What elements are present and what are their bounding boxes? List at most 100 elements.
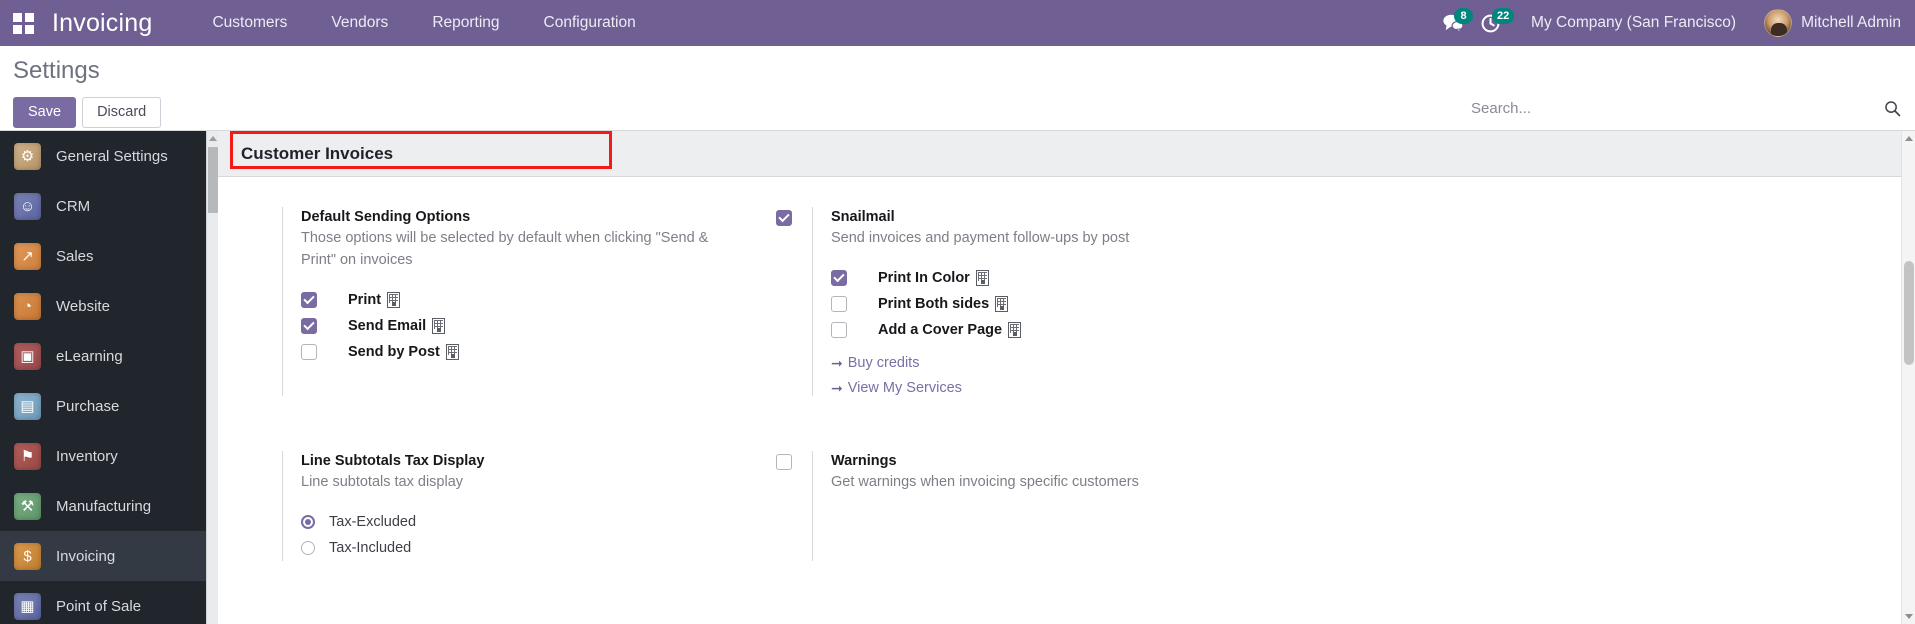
buy-credits-link-row[interactable]: ➞ Buy credits [831, 355, 1245, 371]
print-checkbox[interactable] [301, 291, 317, 308]
company-dependent-building-icon [445, 343, 459, 360]
option-send-email[interactable]: Send Email [301, 313, 715, 339]
sidebar-scroll-thumb[interactable] [208, 147, 218, 213]
messages-button[interactable]: 8 [1434, 0, 1474, 46]
settings-sidebar: ⚙ General Settings ☺ CRM ↗ Sales ◔ Website ▣ eLea… [0, 131, 218, 624]
print-both-sides-checkbox[interactable] [831, 295, 847, 312]
warnings-description: Get warnings when invoicing specific cus… [831, 473, 1139, 490]
content-scrollbar[interactable] [1901, 131, 1915, 624]
tax-included-radio[interactable] [301, 540, 315, 555]
sidebar-item-manufacturing[interactable]: ⚒ Manufacturing [0, 481, 218, 531]
sidebar-item-point-of-sale[interactable]: ▦ Point of Sale [0, 581, 218, 624]
option-print-in-color[interactable]: Print In Color [831, 265, 1245, 291]
sidebar-item-label: Inventory [56, 447, 118, 465]
settings-blocks: Default Sending Options Those options wi… [218, 177, 1915, 561]
content-scroll-thumb[interactable] [1904, 261, 1914, 365]
option-print[interactable]: Print [301, 287, 715, 313]
wrench-icon: ⚒ [14, 492, 41, 520]
sidebar-item-sales[interactable]: ↗ Sales [0, 231, 218, 281]
sidebar-item-inventory[interactable]: ⚑ Inventory [0, 431, 218, 481]
snailmail-checkbox[interactable] [776, 210, 792, 226]
apps-menu-toggle[interactable] [0, 0, 46, 46]
gear-icon: ⚙ [14, 142, 41, 170]
setting-warnings: Warnings Get warnings when invoicing spe… [748, 450, 1245, 561]
discard-button[interactable]: Discard [82, 97, 162, 128]
page-title: Settings [13, 57, 100, 84]
menu-vendors[interactable]: Vendors [309, 0, 410, 46]
menu-customers[interactable]: Customers [190, 0, 309, 46]
line-subtotals-title: Line Subtotals Tax Display [301, 452, 485, 469]
app-brand-invoicing[interactable]: Invoicing [52, 9, 152, 38]
send-by-post-checkbox[interactable] [301, 343, 317, 360]
send-email-checkbox[interactable] [301, 317, 317, 334]
handshake-icon: ☺ [14, 192, 41, 220]
tax-included-label: Tax-Included [329, 539, 412, 556]
sidebar-item-general-settings[interactable]: ⚙ General Settings [0, 131, 218, 181]
sidebar-scrollbar[interactable] [206, 131, 218, 624]
warnings-checkbox-cell [758, 451, 812, 561]
option-send-by-post[interactable]: Send by Post [301, 339, 715, 365]
view-my-services-link-row[interactable]: ➞ View My Services [831, 380, 1245, 396]
sidebar-item-website[interactable]: ◔ Website [0, 281, 218, 331]
pos-icon: ▦ [14, 592, 41, 620]
print-label: Print [348, 291, 382, 308]
menu-configuration[interactable]: Configuration [522, 0, 658, 46]
default-sending-options-checkbox-cell [228, 207, 282, 396]
sidebar-item-label: CRM [56, 197, 91, 215]
tax-excluded-label: Tax-Excluded [329, 513, 417, 530]
activities-badge: 22 [1492, 8, 1515, 24]
radio-tax-included[interactable]: Tax-Included [301, 535, 715, 561]
sidebar-item-label: Sales [56, 247, 94, 265]
settings-row-1: Default Sending Options Those options wi… [218, 207, 1915, 396]
user-menu[interactable]: Mitchell Admin [1758, 9, 1901, 37]
option-print-both-sides[interactable]: Print Both sides [831, 291, 1245, 317]
save-button[interactable]: Save [13, 97, 77, 128]
sidebar-item-elearning[interactable]: ▣ eLearning [0, 331, 218, 381]
settings-body-wrap: ⚙ General Settings ☺ CRM ↗ Sales ◔ Website ▣ eLea… [0, 131, 1915, 624]
default-sending-options-title: Default Sending Options [301, 209, 471, 225]
setting-snailmail: Snailmail Send invoices and payment foll… [748, 207, 1245, 396]
activities-button[interactable]: 22 [1472, 0, 1515, 46]
company-dependent-building-icon [975, 269, 989, 286]
snailmail-options-list: Print In Color Print Both sides Add a Co [831, 265, 1245, 343]
sidebar-item-label: eLearning [56, 347, 123, 365]
scroll-up-arrow-icon[interactable] [209, 136, 217, 141]
company-dependent-building-icon [1008, 321, 1022, 338]
snailmail-text: Snailmail Send invoices and payment foll… [812, 207, 1245, 396]
radio-tax-excluded[interactable]: Tax-Excluded [301, 509, 715, 535]
messages-badge: 8 [1454, 8, 1474, 24]
scroll-down-arrow-icon[interactable] [1905, 614, 1913, 619]
user-name: Mitchell Admin [1801, 14, 1901, 31]
action-buttons: Save Discard [13, 97, 162, 128]
search-bar [1471, 98, 1901, 120]
avatar [1764, 9, 1793, 37]
option-add-cover-page[interactable]: Add a Cover Page [831, 317, 1245, 343]
sidebar-list: ⚙ General Settings ☺ CRM ↗ Sales ◔ Website ▣ eLea… [0, 131, 218, 624]
invoice-dollar-icon: $ [14, 542, 41, 570]
search-input[interactable] [1471, 98, 1876, 119]
view-my-services-link[interactable]: View My Services [848, 380, 962, 396]
scroll-up-arrow-icon[interactable] [1905, 136, 1913, 141]
warnings-checkbox[interactable] [776, 453, 792, 470]
sidebar-item-label: Purchase [56, 397, 120, 415]
card-icon: ▤ [14, 392, 41, 420]
settings-content: Customer Invoices Default Sending Option… [218, 131, 1915, 624]
send-email-label: Send Email [348, 317, 427, 334]
sidebar-item-label: Point of Sale [56, 597, 142, 615]
sidebar-item-crm[interactable]: ☺ CRM [0, 181, 218, 231]
add-cover-page-checkbox[interactable] [831, 321, 847, 338]
company-switcher[interactable]: My Company (San Francisco) [1509, 14, 1758, 32]
default-sending-options-text: Default Sending Options Those options wi… [282, 207, 715, 396]
search-icon[interactable] [1884, 100, 1901, 117]
sidebar-item-purchase[interactable]: ▤ Purchase [0, 381, 218, 431]
menu-reporting[interactable]: Reporting [410, 0, 521, 46]
chart-line-icon: ↗ [14, 242, 41, 270]
line-subtotals-description: Line subtotals tax display [301, 473, 464, 490]
line-subtotals-radio-group: Tax-Excluded Tax-Included [301, 509, 715, 561]
company-dependent-building-icon [387, 291, 401, 308]
buy-credits-link[interactable]: Buy credits [848, 355, 920, 371]
print-in-color-checkbox[interactable] [831, 269, 847, 286]
sidebar-item-invoicing[interactable]: $ Invoicing [0, 531, 218, 581]
tax-excluded-radio[interactable] [301, 514, 315, 529]
sidebar-item-label: Website [56, 297, 110, 315]
